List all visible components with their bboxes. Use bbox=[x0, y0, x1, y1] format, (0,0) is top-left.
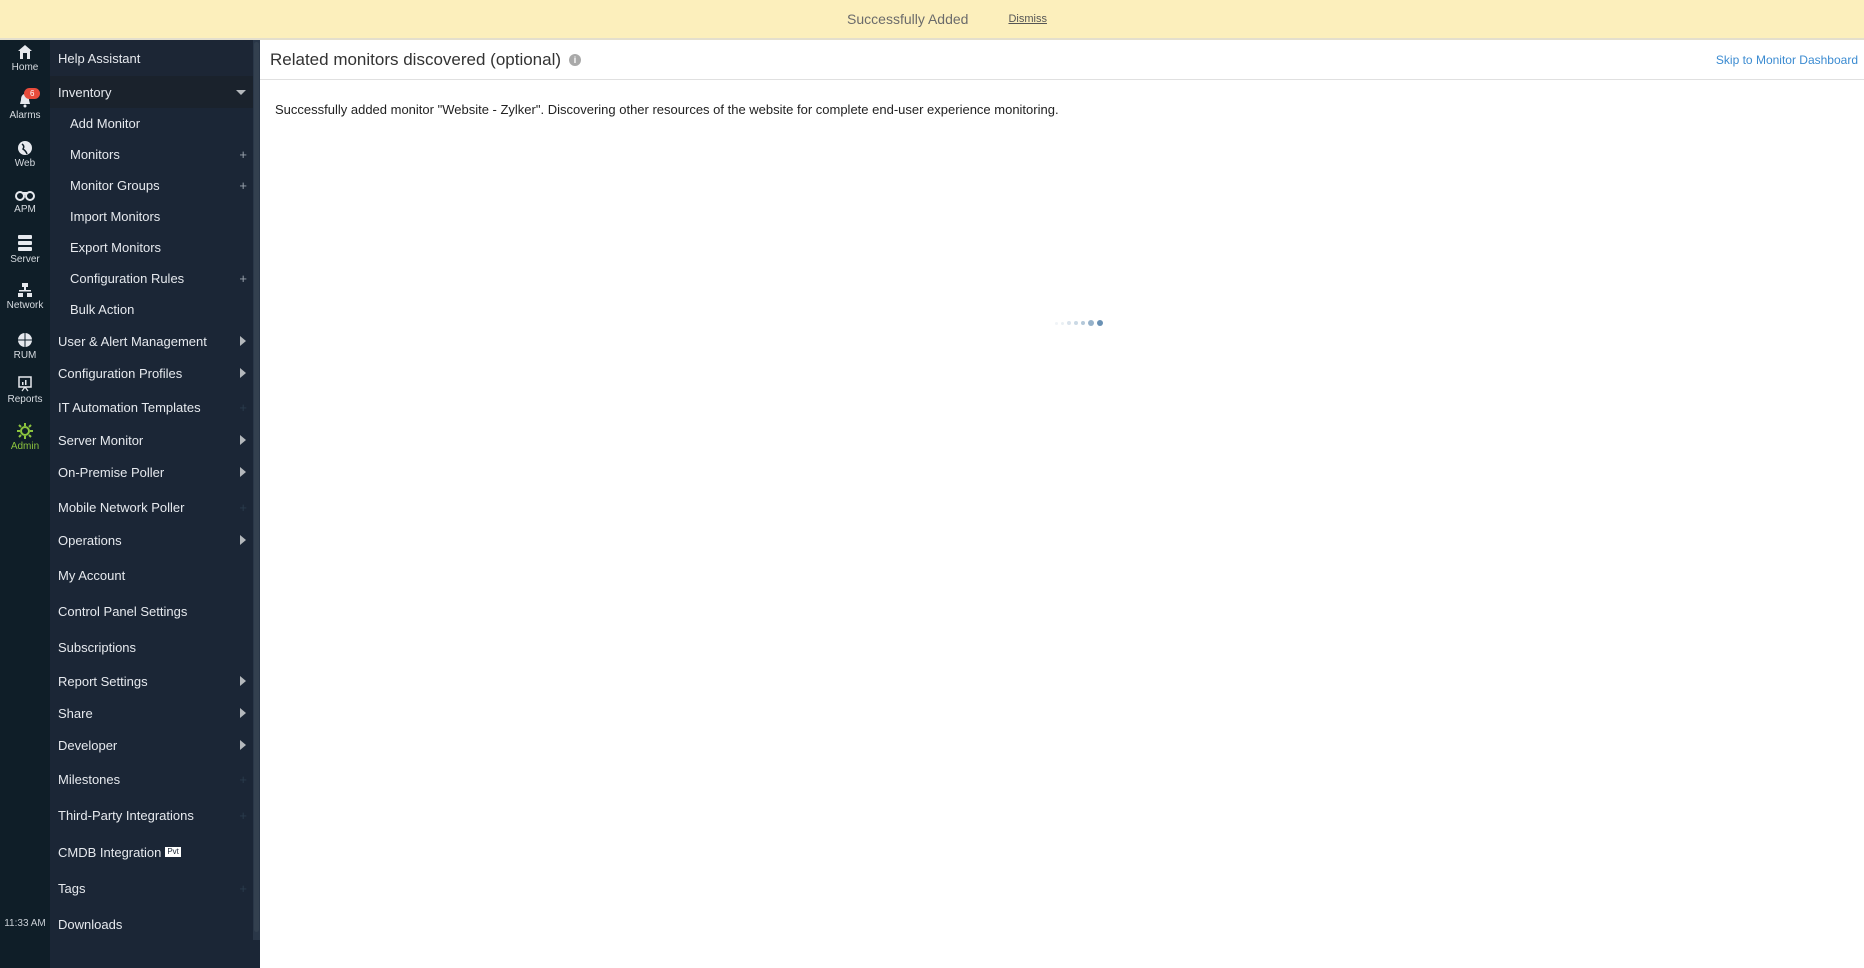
rail-label: Home bbox=[11, 62, 39, 73]
menu-item-add-monitor[interactable]: Add Monitor bbox=[50, 108, 253, 139]
rail-label: Web bbox=[14, 158, 36, 169]
plus-icon[interactable]: + bbox=[239, 500, 247, 515]
plus-icon[interactable]: + bbox=[239, 772, 247, 787]
menu-item-export-monitors[interactable]: Export Monitors bbox=[50, 232, 253, 263]
rail-item-admin[interactable]: Admin bbox=[0, 423, 50, 452]
rail-label: Reports bbox=[7, 394, 43, 405]
page-header: Related monitors discovered (optional) i… bbox=[260, 40, 1864, 80]
rail-item-rum[interactable]: RUM bbox=[0, 332, 50, 361]
notification-banner: Successfully Added Dismiss bbox=[0, 0, 1864, 40]
plus-icon[interactable]: + bbox=[239, 147, 247, 162]
menu-item-monitors[interactable]: Monitors + bbox=[50, 139, 253, 170]
main-content: Related monitors discovered (optional) i… bbox=[260, 40, 1864, 968]
menu-item-monitor-groups[interactable]: Monitor Groups + bbox=[50, 170, 253, 201]
rail-label: Alarms bbox=[9, 110, 41, 121]
chevron-right-icon bbox=[240, 535, 246, 545]
dismiss-link[interactable]: Dismiss bbox=[1008, 13, 1047, 25]
private-tag: Pvt bbox=[165, 847, 181, 857]
menu-item-downloads[interactable]: Downloads bbox=[50, 906, 253, 942]
rail-label: Admin bbox=[10, 441, 40, 452]
menu-item-bulk-action[interactable]: Bulk Action bbox=[50, 294, 253, 325]
chevron-right-icon bbox=[240, 676, 246, 686]
rail-item-network[interactable]: Network bbox=[0, 282, 50, 311]
gear-icon bbox=[17, 423, 33, 439]
reports-icon bbox=[18, 376, 32, 392]
menu-item-help-assistant[interactable]: Help Assistant bbox=[50, 40, 253, 76]
chevron-down-icon bbox=[236, 89, 246, 95]
rum-globe-icon bbox=[18, 333, 32, 347]
plus-icon[interactable]: + bbox=[239, 178, 247, 193]
rail-label: Network bbox=[6, 300, 44, 311]
menu-item-inventory[interactable]: Inventory bbox=[50, 76, 253, 108]
server-icon bbox=[18, 235, 32, 251]
rail-item-apm[interactable]: APM bbox=[0, 188, 50, 215]
rail-item-reports[interactable]: Reports bbox=[0, 376, 50, 405]
rail-item-server[interactable]: Server bbox=[0, 234, 50, 265]
page-title: Related monitors discovered (optional) bbox=[270, 49, 562, 69]
home-icon bbox=[18, 45, 32, 59]
chevron-right-icon bbox=[240, 740, 246, 750]
plus-icon[interactable]: + bbox=[239, 400, 247, 415]
rail-label: APM bbox=[14, 204, 36, 215]
info-icon[interactable]: i bbox=[569, 53, 582, 66]
menu-item-subscriptions[interactable]: Subscriptions bbox=[50, 629, 253, 665]
menu-item-it-automation-templates[interactable]: IT Automation Templates + bbox=[50, 390, 253, 424]
menu-item-server-monitor[interactable]: Server Monitor bbox=[50, 424, 253, 456]
menu-scrollbar-thumb[interactable] bbox=[254, 42, 259, 932]
menu-item-tags[interactable]: Tags + bbox=[50, 870, 253, 906]
clock-time: 11:33 AM bbox=[4, 918, 46, 929]
skip-to-dashboard-link[interactable]: Skip to Monitor Dashboard bbox=[1716, 53, 1858, 67]
menu-item-operations[interactable]: Operations bbox=[50, 524, 253, 556]
rail-item-web[interactable]: Web bbox=[0, 140, 50, 169]
icon-rail: Home 6 Alarms Web APM Server Network RUM… bbox=[0, 40, 50, 968]
chevron-right-icon bbox=[240, 708, 246, 718]
plus-icon[interactable]: + bbox=[239, 808, 247, 823]
menu-item-configuration-profiles[interactable]: Configuration Profiles bbox=[50, 357, 253, 389]
menu-item-control-panel-settings[interactable]: Control Panel Settings bbox=[50, 593, 253, 629]
menu-item-report-settings[interactable]: Report Settings bbox=[50, 665, 253, 697]
admin-menu: Help Assistant Inventory Add Monitor Mon… bbox=[50, 40, 260, 968]
loading-spinner bbox=[1055, 320, 1103, 326]
menu-item-my-account[interactable]: My Account bbox=[50, 558, 253, 592]
status-description: Successfully added monitor "Website - Zy… bbox=[275, 102, 1059, 117]
rail-label: RUM bbox=[13, 350, 37, 361]
rail-label: Server bbox=[10, 254, 40, 265]
rail-item-alarms[interactable]: 6 Alarms bbox=[0, 88, 50, 121]
menu-item-developer[interactable]: Developer bbox=[50, 729, 253, 761]
menu-item-configuration-rules[interactable]: Configuration Rules + bbox=[50, 263, 253, 294]
binoculars-icon bbox=[15, 191, 35, 201]
menu-item-on-premise-poller[interactable]: On-Premise Poller bbox=[50, 456, 253, 488]
banner-message: Successfully Added bbox=[847, 11, 969, 27]
menu-item-third-party-integrations[interactable]: Third-Party Integrations + bbox=[50, 796, 253, 834]
menu-item-cmdb-integration[interactable]: CMDB Integration Pvt bbox=[50, 834, 253, 870]
plus-icon[interactable]: + bbox=[239, 881, 247, 896]
chevron-right-icon bbox=[240, 336, 246, 346]
rail-item-home[interactable]: Home bbox=[0, 44, 50, 73]
menu-item-mobile-network-poller[interactable]: Mobile Network Poller + bbox=[50, 490, 253, 524]
chevron-right-icon bbox=[240, 467, 246, 477]
menu-item-import-monitors[interactable]: Import Monitors bbox=[50, 201, 253, 232]
chevron-right-icon bbox=[240, 368, 246, 378]
globe-icon bbox=[18, 141, 32, 155]
menu-item-user-alert-management[interactable]: User & Alert Management bbox=[50, 325, 253, 357]
plus-icon[interactable]: + bbox=[239, 271, 247, 286]
chevron-right-icon bbox=[240, 435, 246, 445]
menu-item-share[interactable]: Share bbox=[50, 697, 253, 729]
alarm-count-badge: 6 bbox=[24, 88, 41, 99]
network-icon bbox=[18, 283, 32, 297]
menu-item-milestones[interactable]: Milestones + bbox=[50, 762, 253, 796]
